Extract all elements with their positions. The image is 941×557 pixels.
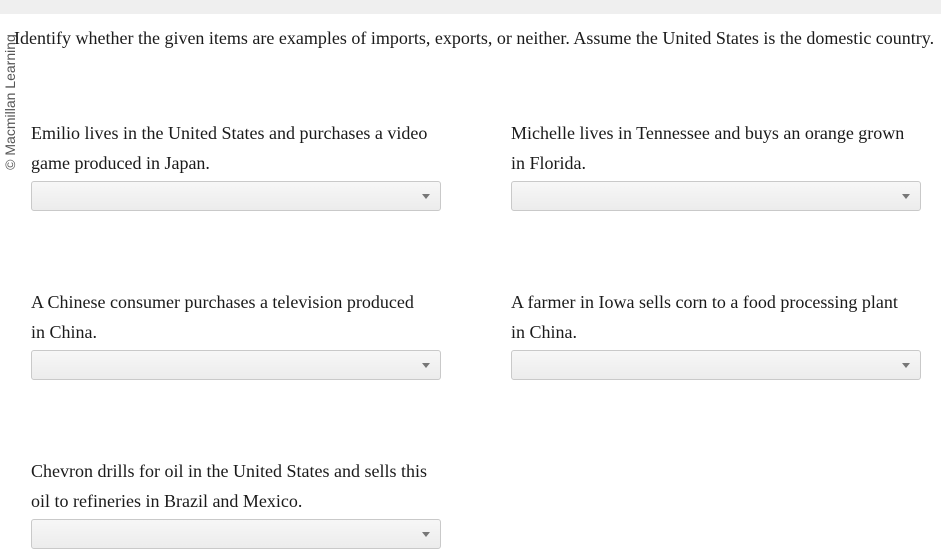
question-1-line-2: game produced in Japan. — [31, 153, 210, 173]
chevron-down-icon — [422, 363, 430, 368]
question-4-line-2: in China. — [511, 322, 577, 342]
question-3-line-1: A Chinese consumer purchases a televisio… — [31, 292, 414, 312]
question-2: Michelle lives in Tennessee and buys an … — [511, 118, 923, 211]
question-2-text: Michelle lives in Tennessee and buys an … — [511, 118, 923, 178]
question-4-line-1: A farmer in Iowa sells corn to a food pr… — [511, 292, 898, 312]
question-1-answer-select[interactable] — [31, 181, 441, 211]
question-2-answer-select[interactable] — [511, 181, 921, 211]
question-2-line-2: in Florida. — [511, 153, 586, 173]
question-5: Chevron drills for oil in the United Sta… — [31, 456, 443, 549]
instructions-text: Identify whether the given items are exa… — [14, 28, 935, 48]
question-5-line-2: oil to refineries in Brazil and Mexico. — [31, 491, 303, 511]
top-bar — [0, 0, 941, 14]
question-4-answer-select[interactable] — [511, 350, 921, 380]
chevron-down-icon — [422, 194, 430, 199]
question-3-text: A Chinese consumer purchases a televisio… — [31, 287, 443, 347]
chevron-down-icon — [422, 532, 430, 537]
question-4: A farmer in Iowa sells corn to a food pr… — [511, 287, 923, 380]
question-3: A Chinese consumer purchases a televisio… — [31, 287, 443, 380]
question-2-line-1: Michelle lives in Tennessee and buys an … — [511, 123, 905, 143]
question-1-text: Emilio lives in the United States and pu… — [31, 118, 443, 178]
question-5-line-1: Chevron drills for oil in the United Sta… — [31, 461, 427, 481]
chevron-down-icon — [902, 363, 910, 368]
question-3-line-2: in China. — [31, 322, 97, 342]
question-1-line-1: Emilio lives in the United States and pu… — [31, 123, 428, 143]
chevron-down-icon — [902, 194, 910, 199]
question-3-answer-select[interactable] — [31, 350, 441, 380]
question-1: Emilio lives in the United States and pu… — [31, 118, 443, 211]
question-5-answer-select[interactable] — [31, 519, 441, 549]
question-4-text: A farmer in Iowa sells corn to a food pr… — [511, 287, 923, 347]
question-5-text: Chevron drills for oil in the United Sta… — [31, 456, 443, 516]
